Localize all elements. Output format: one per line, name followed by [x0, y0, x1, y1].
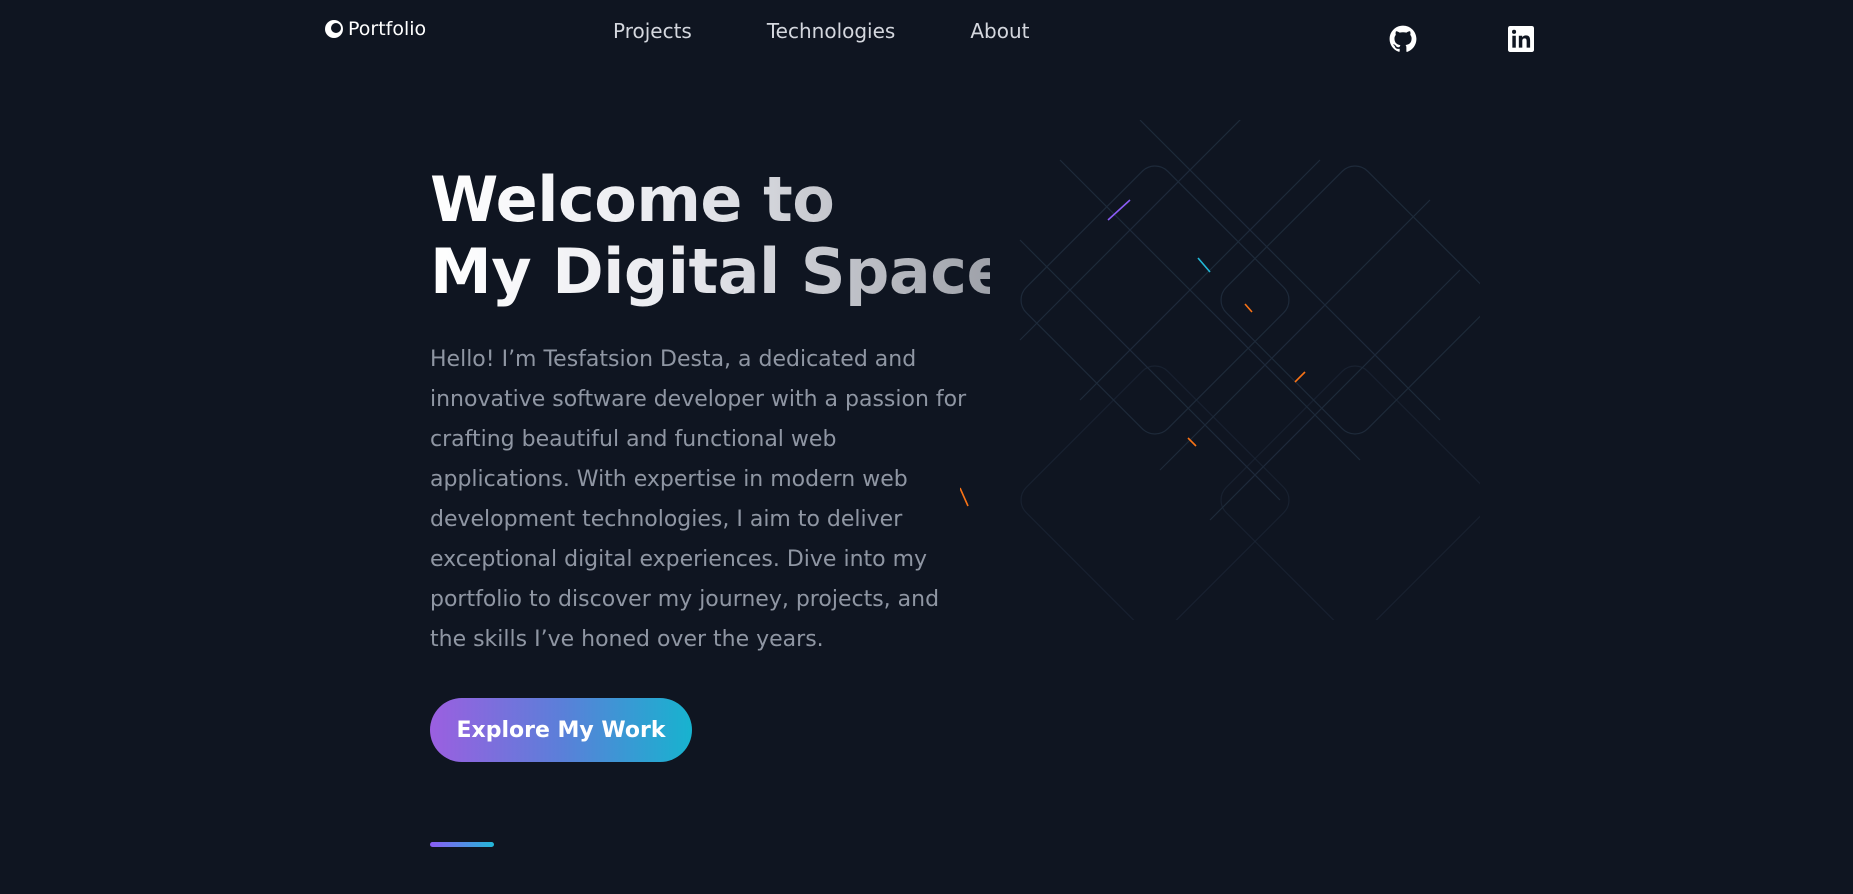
nav-links: Projects Technologies About: [613, 19, 1104, 43]
logo-link[interactable]: Portfolio: [324, 18, 426, 40]
github-link[interactable]: [1388, 24, 1418, 54]
decorative-grid-illustration: [960, 120, 1480, 620]
hero-title-line1: Welcome to: [430, 163, 835, 236]
linkedin-icon: [1508, 26, 1534, 52]
hero-description: Hello! I’m Tesfatsion Desta, a dedicated…: [430, 347, 967, 652]
page: Portfolio Projects Technologies About We…: [0, 0, 1853, 894]
github-icon: [1389, 25, 1417, 52]
hero-section: Welcome to My Digital Space Hello! I’m T…: [430, 164, 990, 660]
hero-title-line2: My Digital Space: [430, 235, 1009, 308]
hero-title: Welcome to My Digital Space: [430, 164, 990, 308]
top-navigation: Portfolio Projects Technologies About: [0, 0, 1853, 64]
explore-my-work-button[interactable]: Explore My Work: [430, 698, 692, 762]
nav-link-projects[interactable]: Projects: [613, 19, 692, 43]
nav-link-technologies[interactable]: Technologies: [767, 19, 895, 43]
logo-text: Portfolio: [348, 18, 427, 40]
logo-icon: [324, 19, 344, 39]
linkedin-link[interactable]: [1506, 24, 1536, 54]
nav-link-about[interactable]: About: [970, 19, 1029, 43]
accent-bar: [430, 842, 494, 847]
